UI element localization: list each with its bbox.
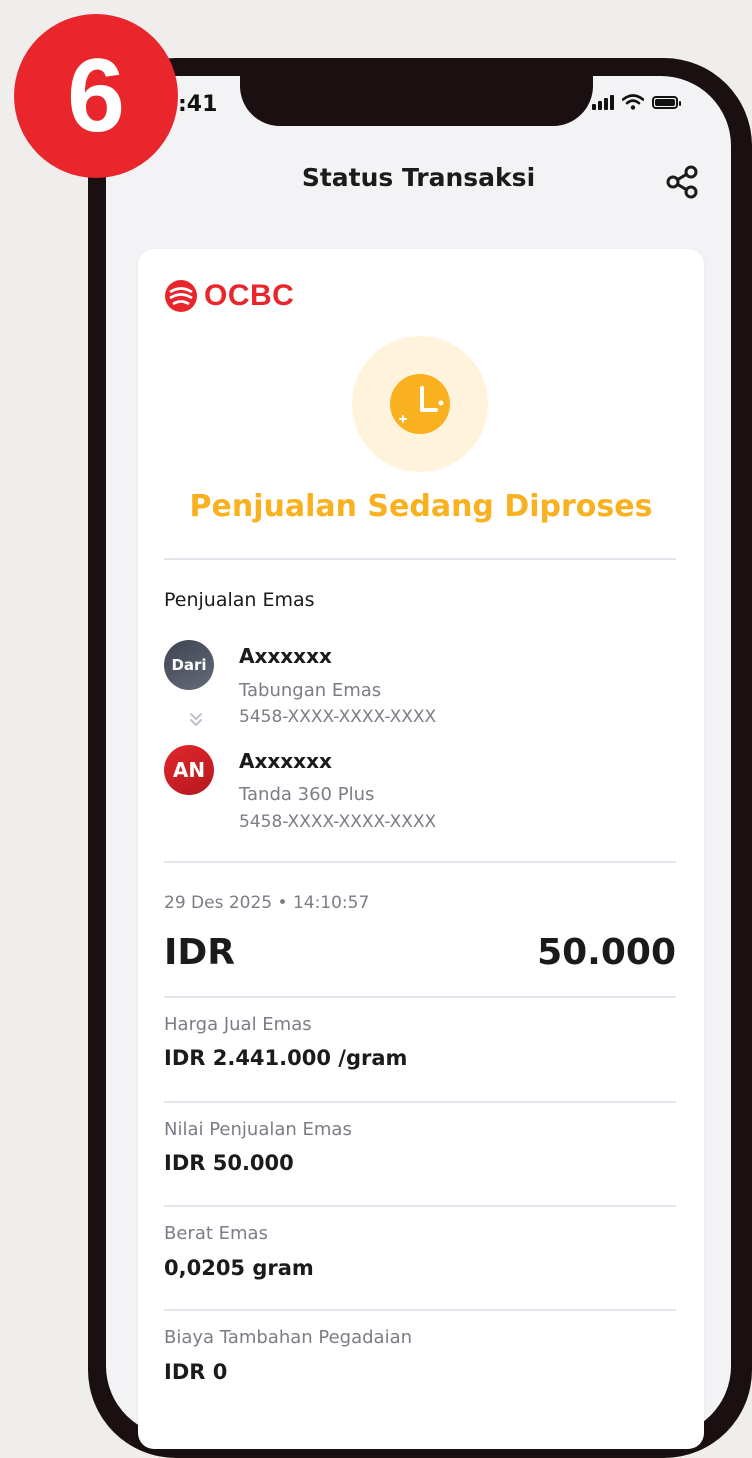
divider <box>164 861 676 863</box>
recipient-name: Axxxxxx <box>239 749 332 773</box>
ocbc-logo: OCBC <box>164 279 294 313</box>
status-bar-icons <box>592 94 681 110</box>
gold-sell-price-value: IDR 2.441.000 /gram <box>164 1046 408 1070</box>
amount-currency: IDR <box>164 932 235 973</box>
pending-status-indicator <box>352 336 488 472</box>
gold-sale-value-value: IDR 50.000 <box>164 1151 294 1175</box>
recipient-account: 5458-XXXX-XXXX-XXXX <box>239 812 437 832</box>
wifi-icon <box>622 94 644 110</box>
amount-value: 50.000 <box>537 932 676 973</box>
gold-sale-value-label: Nilai Penjualan Emas <box>164 1119 352 1140</box>
page-title: Status Transaksi <box>301 163 536 192</box>
sender-avatar: Dari <box>164 640 214 690</box>
divider <box>164 1205 676 1207</box>
transaction-type-label: Penjualan Emas <box>164 589 315 611</box>
divider <box>164 1101 676 1103</box>
ocbc-logo-icon <box>165 280 197 312</box>
sender-name: Axxxxxx <box>239 644 332 668</box>
gold-weight-label: Berat Emas <box>164 1223 268 1244</box>
status-bar-time: :41 <box>178 92 218 117</box>
pawnshop-fee-value: IDR 0 <box>164 1360 228 1384</box>
share-icon[interactable] <box>664 164 700 200</box>
divider <box>164 996 676 998</box>
sender-product: Tabungan Emas <box>239 680 382 701</box>
chevron-double-down-icon <box>190 713 202 726</box>
phone-notch <box>240 58 593 126</box>
divider <box>164 558 676 560</box>
signal-icon <box>592 94 614 110</box>
transaction-datetime: 29 Des 2025 • 14:10:57 <box>164 893 370 913</box>
divider <box>164 1309 676 1311</box>
recipient-product: Tanda 360 Plus <box>239 784 375 805</box>
step-number-badge: 6 <box>14 14 178 178</box>
transaction-status-text: Penjualan Sedang Diproses <box>189 489 653 524</box>
gold-weight-value: 0,0205 gram <box>164 1256 314 1280</box>
ocbc-logo-text: OCBC <box>204 279 295 312</box>
clock-icon <box>390 374 450 434</box>
sender-account: 5458-XXXX-XXXX-XXXX <box>239 707 437 727</box>
recipient-avatar: AN <box>164 745 214 795</box>
pawnshop-fee-label: Biaya Tambahan Pegadaian <box>164 1327 413 1348</box>
gold-sell-price-label: Harga Jual Emas <box>164 1014 312 1035</box>
battery-icon <box>652 95 681 109</box>
